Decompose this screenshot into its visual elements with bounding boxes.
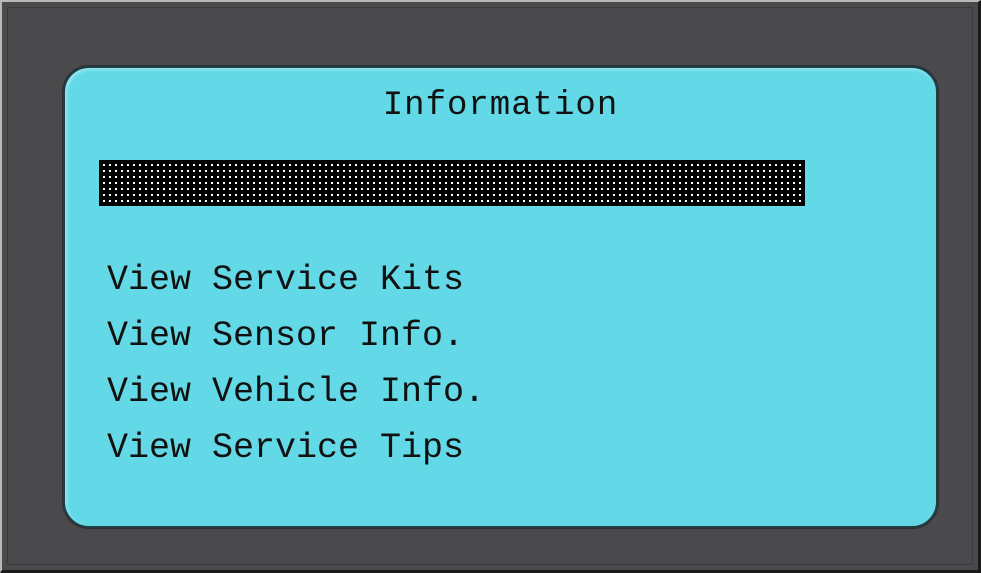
screen-title: Information [382, 87, 619, 125]
selection-highlight-bar [99, 160, 805, 206]
menu-item-view-service-kits[interactable]: View Service Kits [107, 252, 485, 308]
menu-item-view-service-tips[interactable]: View Service Tips [107, 420, 485, 476]
menu-item-view-vehicle-info[interactable]: View Vehicle Info. [107, 364, 485, 420]
device-bezel: Information View Service Kits View Senso… [0, 0, 981, 573]
information-menu: View Service Kits View Sensor Info. View… [107, 252, 485, 476]
lcd-screen: Information View Service Kits View Senso… [63, 66, 938, 528]
menu-item-view-sensor-info[interactable]: View Sensor Info. [107, 308, 485, 364]
